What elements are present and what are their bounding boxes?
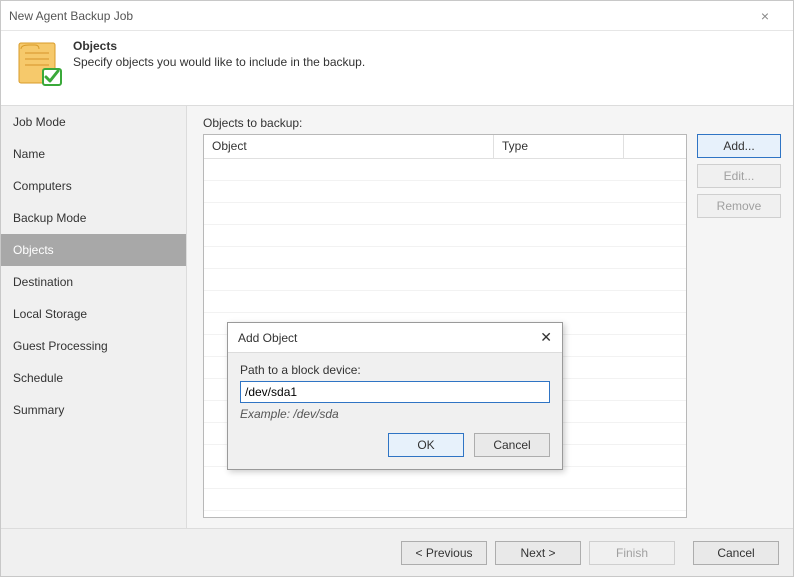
- table-row: [204, 247, 686, 269]
- sidebar-item-summary[interactable]: Summary: [1, 394, 186, 426]
- sidebar-item-local-storage[interactable]: Local Storage: [1, 298, 186, 330]
- wizard-window: New Agent Backup Job × Objects Specify o…: [0, 0, 794, 577]
- sidebar-item-guest-processing[interactable]: Guest Processing: [1, 330, 186, 362]
- table-row: [204, 269, 686, 291]
- sidebar-item-backup-mode[interactable]: Backup Mode: [1, 202, 186, 234]
- next-button[interactable]: Next >: [495, 541, 581, 565]
- sidebar-item-objects[interactable]: Objects: [1, 234, 186, 266]
- sidebar-item-job-mode[interactable]: Job Mode: [1, 106, 186, 138]
- path-example: Example: /dev/sda: [240, 407, 550, 421]
- sidebar-item-name[interactable]: Name: [1, 138, 186, 170]
- table-row: [204, 203, 686, 225]
- dialog-buttons: OK Cancel: [240, 433, 550, 457]
- header-text: Objects Specify objects you would like t…: [73, 39, 365, 69]
- finish-button: Finish: [589, 541, 675, 565]
- titlebar: New Agent Backup Job ×: [1, 1, 793, 31]
- close-icon[interactable]: ×: [745, 8, 785, 24]
- page-subtitle: Specify objects you would like to includ…: [73, 55, 365, 69]
- sidebar-item-destination[interactable]: Destination: [1, 266, 186, 298]
- table-row: [204, 225, 686, 247]
- footer-cancel-button[interactable]: Cancel: [693, 541, 779, 565]
- window-title: New Agent Backup Job: [9, 9, 745, 23]
- path-label: Path to a block device:: [240, 363, 550, 377]
- table-header: Object Type: [204, 135, 686, 159]
- cancel-button[interactable]: Cancel: [474, 433, 550, 457]
- page-title: Objects: [73, 39, 365, 53]
- table-label: Objects to backup:: [203, 116, 781, 130]
- wizard-body: Job Mode Name Computers Backup Mode Obje…: [1, 106, 793, 528]
- add-object-dialog: Add Object ✕ Path to a block device: Exa…: [227, 322, 563, 470]
- column-spacer: [624, 135, 686, 158]
- dialog-body: Path to a block device: Example: /dev/sd…: [228, 353, 562, 469]
- side-buttons: Add... Edit... Remove: [697, 134, 781, 518]
- dialog-title: Add Object: [238, 331, 540, 345]
- table-row: [204, 467, 686, 489]
- table-row: [204, 181, 686, 203]
- ok-button[interactable]: OK: [388, 433, 464, 457]
- sidebar-item-computers[interactable]: Computers: [1, 170, 186, 202]
- table-row: [204, 291, 686, 313]
- wizard-header: Objects Specify objects you would like t…: [1, 31, 793, 106]
- path-input[interactable]: [240, 381, 550, 403]
- column-object[interactable]: Object: [204, 135, 494, 158]
- dialog-close-icon[interactable]: ✕: [540, 329, 552, 346]
- sidebar-item-schedule[interactable]: Schedule: [1, 362, 186, 394]
- table-row: [204, 489, 686, 511]
- column-type[interactable]: Type: [494, 135, 624, 158]
- table-row: [204, 159, 686, 181]
- objects-icon: [15, 39, 63, 87]
- wizard-footer: < Previous Next > Finish Cancel: [1, 528, 793, 576]
- edit-button: Edit...: [697, 164, 781, 188]
- remove-button: Remove: [697, 194, 781, 218]
- dialog-titlebar: Add Object ✕: [228, 323, 562, 353]
- sidebar: Job Mode Name Computers Backup Mode Obje…: [1, 106, 187, 528]
- previous-button[interactable]: < Previous: [401, 541, 487, 565]
- add-button[interactable]: Add...: [697, 134, 781, 158]
